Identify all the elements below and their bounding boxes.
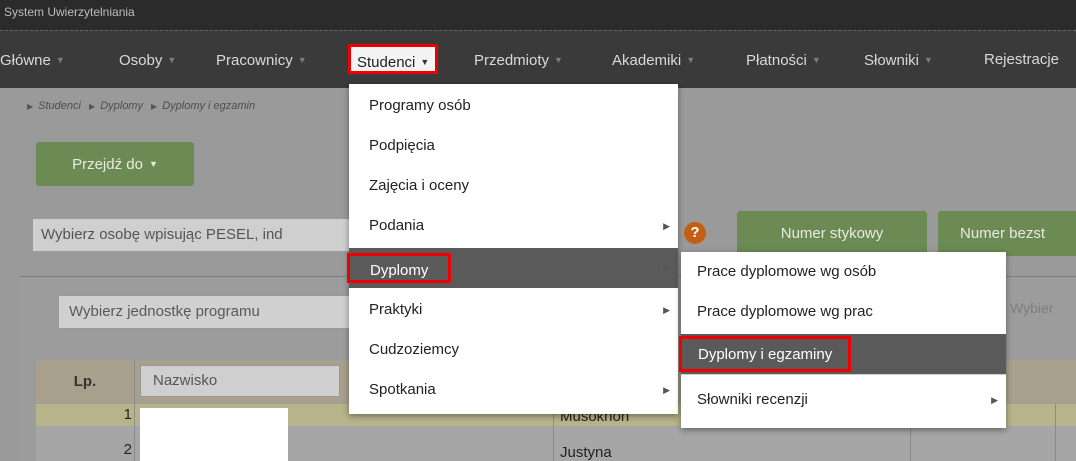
dropdown-label: Cudzoziemcy	[369, 341, 460, 358]
numer-stykowy-button[interactable]: Numer stykowy	[737, 211, 927, 256]
dropdown-label: Spotkania	[369, 381, 436, 398]
breadcrumb-item[interactable]: Dyplomy i egzamin	[162, 100, 255, 112]
breadcrumb-arrow-icon: ▶	[151, 102, 158, 111]
breadcrumb-item[interactable]: Studenci	[38, 100, 81, 112]
chevron-down-icon: ▼	[686, 55, 696, 65]
wybier-input[interactable]: Wybier	[1010, 300, 1053, 316]
goto-label: Przejdź do	[72, 156, 143, 173]
main-menubar: Główne ▼ Osoby ▼ Pracownicy ▼ Studenci ▼ Prz…	[0, 30, 1076, 89]
submenu-label: Słowniki recenzji	[697, 391, 808, 408]
row-text: Justyna	[560, 444, 612, 461]
studenci-dropdown-menu: Programy osób Podpięcia Zajęcia i oceny …	[347, 84, 678, 414]
menu-item-studenci[interactable]: Studenci ▼	[348, 44, 439, 74]
menu-item-rejestracje[interactable]: Rejestracje	[984, 31, 1059, 89]
submenu-item-dyplomy-i-egzaminy[interactable]: Dyplomy i egzaminy	[679, 334, 1006, 374]
column-header-lp: Lp.	[73, 373, 97, 390]
chevron-down-icon: ▼	[167, 55, 177, 65]
dropdown-label: Praktyki	[369, 301, 423, 318]
menu-label: Rejestracje	[984, 51, 1060, 68]
column-divider	[1055, 404, 1056, 461]
chevron-down-icon: ▼	[420, 57, 430, 67]
dropdown-label: Dyplomy	[347, 253, 452, 284]
menu-label: Główne	[0, 52, 51, 69]
dyplomy-submenu: Prace dyplomowe wg osób Prace dyplomowe …	[679, 252, 1006, 428]
menu-label: Pracownicy	[216, 52, 293, 69]
unit-program-input[interactable]: Wybierz jednostkę programu	[58, 295, 368, 329]
breadcrumb-item[interactable]: Dyplomy	[100, 100, 143, 112]
title-bar: System Uwierzytelniania	[0, 0, 1076, 30]
dropdown-item-spotkania[interactable]: Spotkania ▶	[349, 370, 678, 410]
row-number: 1	[123, 406, 132, 423]
row-number: 2	[123, 441, 132, 458]
menu-label: Osoby	[119, 52, 163, 69]
dropdown-item-zajecia-i-oceny[interactable]: Zajęcia i oceny	[349, 166, 678, 206]
chevron-right-icon: ▶	[991, 395, 998, 405]
dropdown-item-podpiecia[interactable]: Podpięcia	[349, 126, 678, 166]
menu-item-glowne[interactable]: Główne ▼	[0, 31, 65, 89]
chevron-right-icon: ▶	[663, 385, 670, 395]
dropdown-item-praktyki[interactable]: Praktyki ▶	[349, 290, 678, 330]
submenu-label: Prace dyplomowe wg prac	[697, 303, 873, 320]
submenu-label: Prace dyplomowe wg osób	[697, 263, 877, 280]
menu-item-pracownicy[interactable]: Pracownicy ▼	[216, 31, 307, 89]
submenu-item-prace-wg-prac[interactable]: Prace dyplomowe wg prac	[681, 292, 1006, 332]
menu-label: Słowniki	[864, 52, 920, 69]
help-icon[interactable]: ?	[684, 222, 706, 244]
menu-label: Studenci	[357, 54, 416, 71]
chevron-down-icon: ▼	[924, 55, 933, 65]
column-filter-nazwisko[interactable]: Nazwisko	[140, 365, 340, 397]
window-title: System Uwierzytelniania	[4, 5, 135, 19]
submenu-item-slowniki-recenzji[interactable]: Słowniki recenzji ▶	[681, 380, 1006, 420]
dropdown-item-podania[interactable]: Podania ▶	[349, 206, 678, 246]
table-cell	[140, 408, 288, 461]
chevron-down-icon: ▼	[554, 55, 563, 65]
chevron-right-icon: ▶	[663, 221, 670, 231]
menu-label: Płatności	[746, 52, 807, 69]
menu-item-akademiki[interactable]: Akademiki ▼	[612, 31, 695, 89]
dropdown-item-programy-osob[interactable]: Programy osób	[349, 86, 678, 126]
breadcrumb-arrow-icon: ▶	[27, 102, 34, 111]
submenu-item-prace-wg-osob[interactable]: Prace dyplomowe wg osób	[681, 252, 1006, 292]
chevron-right-icon: ▶	[663, 305, 670, 315]
breadcrumb: ▶ Studenci ▶ Dyplomy ▶ Dyplomy i egzamin	[22, 100, 255, 112]
chevron-right-icon: ▶	[663, 263, 670, 273]
menu-item-slowniki[interactable]: Słowniki ▼	[864, 31, 933, 89]
dropdown-label: Programy osób	[369, 97, 471, 114]
menu-label: Przedmioty	[474, 52, 550, 69]
submenu-divider	[681, 374, 1006, 375]
app-window: System Uwierzytelniania Główne ▼ Osoby ▼ P…	[0, 0, 1076, 461]
chevron-down-icon: ▼	[297, 55, 307, 65]
pesel-search-input[interactable]: Wybierz osobę wpisując PESEL, ind	[32, 218, 350, 252]
menu-item-platnosci[interactable]: Płatności ▼	[746, 31, 821, 89]
submenu-label: Dyplomy i egzaminy	[679, 336, 852, 373]
goto-button[interactable]: Przejdź do ▼	[36, 142, 194, 186]
menu-label: Akademiki	[612, 52, 682, 69]
menu-item-przedmioty[interactable]: Przedmioty ▼	[474, 31, 563, 89]
numer-bezst-button[interactable]: Numer bezst	[938, 211, 1076, 256]
column-divider	[134, 360, 135, 461]
dropdown-item-dyplomy[interactable]: Dyplomy ▶	[347, 248, 678, 288]
menu-item-osoby[interactable]: Osoby ▼	[119, 31, 176, 89]
chevron-down-icon: ▼	[55, 55, 65, 65]
chevron-down-icon: ▼	[148, 159, 158, 169]
dropdown-label: Podania	[369, 217, 425, 234]
dropdown-item-cudzoziemcy[interactable]: Cudzoziemcy	[349, 330, 678, 370]
dropdown-label: Podpięcia	[369, 137, 435, 154]
breadcrumb-arrow-icon: ▶	[89, 102, 96, 111]
dropdown-label: Zajęcia i oceny	[369, 177, 470, 194]
chevron-down-icon: ▼	[811, 55, 821, 65]
